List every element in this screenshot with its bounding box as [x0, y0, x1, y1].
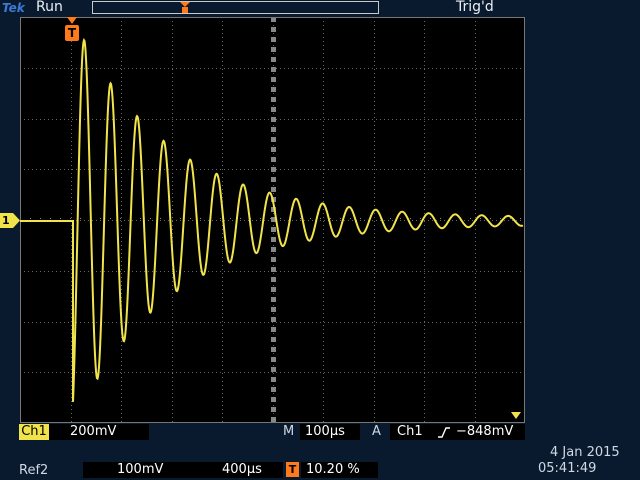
ref2-vertical-scale: 100mV — [117, 462, 164, 477]
ch1-trace-path — [20, 37, 524, 402]
ch1-label[interactable]: Ch1 — [19, 424, 49, 440]
trigger-position-marker-icon — [180, 2, 190, 13]
trigger-level-arrow-icon — [511, 412, 521, 419]
rising-edge-icon — [438, 427, 450, 438]
trigger-level[interactable]: −848mV — [456, 424, 513, 440]
ref2-label[interactable]: Ref2 — [19, 463, 48, 478]
ref2-timebase: 400µs — [222, 462, 262, 477]
trigger-position-readout[interactable]: 10.20 % — [306, 462, 360, 478]
trigger-position-t-icon: T — [286, 462, 299, 477]
main-timebase-label: M — [283, 424, 295, 439]
tek-logo: Tek — [2, 1, 25, 15]
trigger-point-arrow-icon — [67, 17, 77, 24]
trigger-status: Trig'd — [456, 0, 494, 15]
ch1-ground-marker-label: 1 — [2, 214, 10, 227]
horizontal-timebase[interactable]: 100µs — [305, 424, 345, 440]
ch1-waveform-trace — [20, 37, 524, 402]
record-length-bar — [92, 1, 379, 14]
time-readout: 05:41:49 — [538, 461, 597, 476]
run-status[interactable]: Run — [36, 0, 63, 15]
date-readout: 4 Jan 2015 — [550, 445, 620, 460]
trigger-type-label: A — [372, 424, 381, 439]
trigger-t-marker-label: T — [67, 26, 77, 40]
trigger-source[interactable]: Ch1 — [397, 424, 423, 440]
waveform-display[interactable] — [20, 17, 525, 423]
ch1-vertical-scale: 200mV — [70, 424, 117, 439]
